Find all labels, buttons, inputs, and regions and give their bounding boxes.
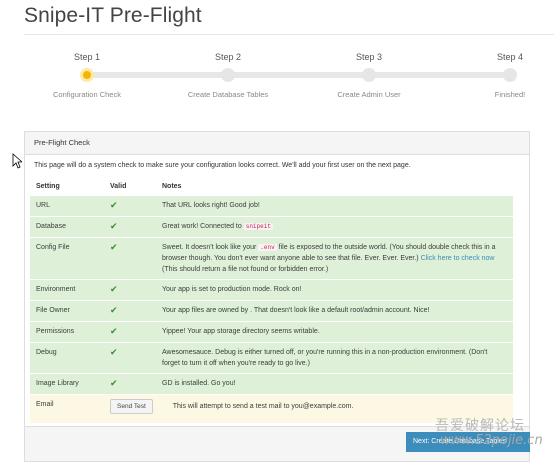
step-3-indicator [362, 68, 376, 82]
table-header-row: Setting Valid Notes [30, 178, 513, 196]
setting-cell: Email [30, 394, 104, 423]
check-icon: ✔ [110, 242, 118, 252]
preflight-panel: Pre-Flight Check This page will do a sys… [24, 131, 530, 462]
wizard-progress-track [88, 72, 510, 78]
check-icon: ✔ [110, 305, 118, 315]
notes-cell: That URL looks right! Good job! [156, 195, 513, 217]
setting-cell: Database [30, 216, 104, 238]
table-row-config-file: Config File ✔ Sweet. It doesn't look lik… [30, 237, 513, 280]
setting-cell: Config File [30, 237, 104, 280]
wizard-steps: Step 1 Configuration Check Step 2 Create… [0, 50, 554, 110]
table-row-database: Database ✔ Great work! Connected to snip… [30, 216, 513, 238]
table-row-url: URL ✔ That URL looks right! Good job! [30, 195, 513, 217]
setting-cell: Image Library [30, 373, 104, 395]
notes-cell: GD is installed. Go you! [156, 373, 513, 395]
notes-text: (This should return a file not found or … [162, 266, 329, 273]
column-header-setting: Setting [36, 183, 60, 190]
table-row-file-owner: File Owner ✔ Your app files are owned by… [30, 300, 513, 322]
check-icon: ✔ [110, 347, 118, 357]
step-3-label: Create Admin User [337, 90, 401, 99]
setting-cell: URL [30, 195, 104, 217]
column-header-valid: Valid [110, 183, 127, 190]
notes-cell: Sweet. It doesn't look like your .env fi… [156, 237, 513, 280]
notes-cell: Great work! Connected to snipeit [156, 216, 513, 238]
title-divider [24, 34, 554, 35]
step-2-label: Create Database Tables [187, 90, 269, 99]
page-title: Snipe-IT Pre-Flight [24, 4, 202, 27]
table-row-image-library: Image Library ✔ GD is installed. Go you! [30, 373, 513, 395]
table-row-permissions: Permissions ✔ Yippee! Your app storage d… [30, 321, 513, 343]
panel-intro-text: This page will do a system check to make… [34, 162, 411, 169]
notes-cell: Yippee! Your app storage directory seems… [156, 321, 513, 343]
notes-text: Sweet. It doesn't look like your [162, 244, 259, 251]
setting-cell: Environment [30, 279, 104, 301]
database-name-code: snipeit [243, 223, 273, 230]
notes-cell: Your app files are owned by . That doesn… [156, 300, 513, 322]
table-row-environment: Environment ✔ Your app is set to product… [30, 279, 513, 301]
panel-heading: Pre-Flight Check [25, 132, 529, 155]
notes-cell: Awesomesauce. Debug is either turned off… [156, 342, 513, 374]
step-1-label: Configuration Check [53, 90, 121, 99]
step-2-title: Step 2 [214, 52, 242, 62]
watermark-chinese-text: 吾爱破解论坛 [435, 418, 525, 434]
step-4-title: Step 4 [496, 52, 524, 62]
check-icon: ✔ [110, 200, 118, 210]
setting-cell: File Owner [30, 300, 104, 322]
env-file-code: .env [258, 244, 277, 251]
check-icon: ✔ [110, 378, 118, 388]
step-3-title: Step 3 [355, 52, 383, 62]
check-env-link[interactable]: Click here to check now [421, 255, 495, 262]
checks-table: Setting Valid Notes URL ✔ That URL looks… [30, 178, 513, 423]
setting-cell: Permissions [30, 321, 104, 343]
step-1-title: Step 1 [73, 52, 101, 62]
step-4-label: Finished! [494, 90, 526, 99]
step-2-indicator [221, 68, 235, 82]
check-icon: ✔ [110, 326, 118, 336]
step-1-indicator [80, 68, 94, 82]
step-4-indicator [503, 68, 517, 82]
send-test-button[interactable]: Send Test [110, 399, 153, 414]
check-icon: ✔ [110, 284, 118, 294]
mouse-cursor-icon [12, 153, 22, 169]
setting-cell: Debug [30, 342, 104, 374]
notes-text: Great work! Connected to [162, 223, 244, 230]
column-header-notes: Notes [162, 183, 182, 190]
watermark-url-text: www.52pojie.cn [440, 433, 543, 448]
notes-cell: Your app is set to production mode. Rock… [156, 279, 513, 301]
check-icon: ✔ [110, 221, 118, 231]
email-notes-text: This will attempt to send a test mail to… [172, 403, 354, 410]
table-row-debug: Debug ✔ Awesomesauce. Debug is either tu… [30, 342, 513, 374]
